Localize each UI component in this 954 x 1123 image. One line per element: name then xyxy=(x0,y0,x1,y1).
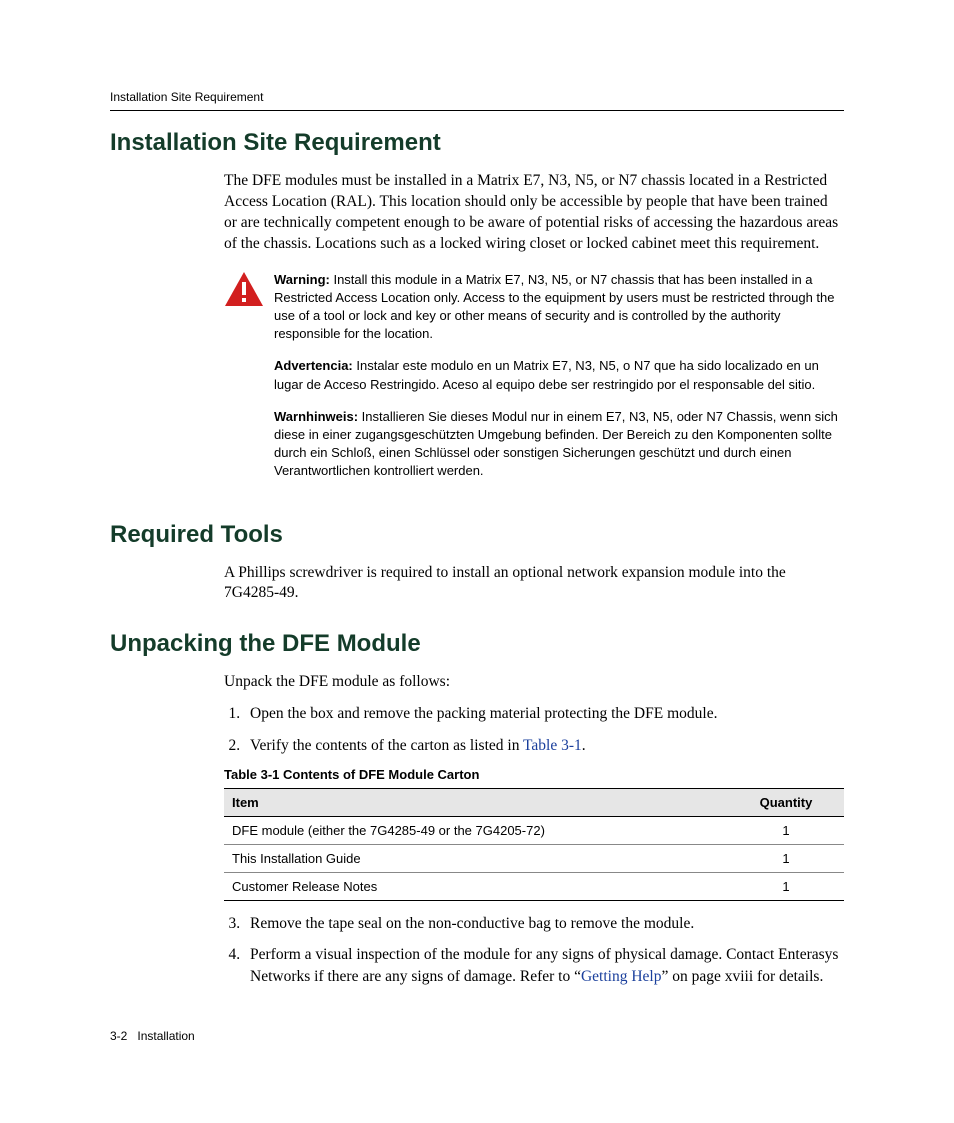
warning-de-label: Warnhinweis: xyxy=(274,409,358,424)
warning-es-text: Instalar este modulo en un Matrix E7, N3… xyxy=(274,358,819,391)
cell-item: Customer Release Notes xyxy=(224,872,728,900)
unpack-step-3: Remove the tape seal on the non-conducti… xyxy=(244,913,844,935)
footer-page-num: 3-2 xyxy=(110,1029,127,1043)
cell-qty: 1 xyxy=(728,816,844,844)
site-body: The DFE modules must be installed in a M… xyxy=(224,171,844,255)
cell-qty: 1 xyxy=(728,872,844,900)
page: Installation Site Requirement Installati… xyxy=(0,0,954,1123)
warning-en-label: Warning: xyxy=(274,272,330,287)
warning-es-label: Advertencia: xyxy=(274,358,353,373)
unpack-step-4: Perform a visual inspection of the modul… xyxy=(244,944,844,987)
table-row: Customer Release Notes 1 xyxy=(224,872,844,900)
warning-en: Warning: Install this module in a Matrix… xyxy=(274,271,844,344)
carton-table: Item Quantity DFE module (either the 7G4… xyxy=(224,788,844,901)
th-qty: Quantity xyxy=(728,788,844,816)
unpack-steps-cont: Remove the tape seal on the non-conducti… xyxy=(224,913,844,988)
header-rule xyxy=(110,110,844,111)
cell-item: DFE module (either the 7G4285-49 or the … xyxy=(224,816,728,844)
unpack-intro: Unpack the DFE module as follows: xyxy=(224,672,844,693)
warning-text-group: Warning: Install this module in a Matrix… xyxy=(274,271,844,495)
unpack-step-2: Verify the contents of the carton as lis… xyxy=(244,735,844,757)
heading-installation-site: Installation Site Requirement xyxy=(110,129,844,157)
th-item: Item xyxy=(224,788,728,816)
unpack-step-4-post: ” on page xviii for details. xyxy=(661,968,823,985)
warning-icon xyxy=(224,271,274,307)
unpack-step-2-post: . xyxy=(582,737,586,754)
heading-required-tools: Required Tools xyxy=(110,521,844,549)
tools-body: A Phillips screwdriver is required to in… xyxy=(224,563,844,605)
table-ref-link[interactable]: Table 3-1 xyxy=(523,737,582,754)
unpack-step-1: Open the box and remove the packing mate… xyxy=(244,703,844,725)
page-footer: 3-2 Installation xyxy=(110,1029,195,1043)
cell-item: This Installation Guide xyxy=(224,844,728,872)
table-row: This Installation Guide 1 xyxy=(224,844,844,872)
footer-chapter: Installation xyxy=(137,1029,194,1043)
warning-es: Advertencia: Instalar este modulo en un … xyxy=(274,357,844,393)
table-row: DFE module (either the 7G4285-49 or the … xyxy=(224,816,844,844)
heading-unpacking: Unpacking the DFE Module xyxy=(110,630,844,658)
warning-en-text: Install this module in a Matrix E7, N3, … xyxy=(274,272,835,342)
warning-block: Warning: Install this module in a Matrix… xyxy=(224,271,844,495)
table-header-row: Item Quantity xyxy=(224,788,844,816)
unpack-steps: Open the box and remove the packing mate… xyxy=(224,703,844,756)
getting-help-link[interactable]: Getting Help xyxy=(581,968,662,985)
warning-de: Warnhinweis: Installieren Sie dieses Mod… xyxy=(274,408,844,481)
running-header: Installation Site Requirement xyxy=(110,90,844,104)
warning-de-text: Installieren Sie dieses Modul nur in ein… xyxy=(274,409,838,479)
table-caption: Table 3-1 Contents of DFE Module Carton xyxy=(224,767,844,782)
unpack-step-2-pre: Verify the contents of the carton as lis… xyxy=(250,737,523,754)
cell-qty: 1 xyxy=(728,844,844,872)
